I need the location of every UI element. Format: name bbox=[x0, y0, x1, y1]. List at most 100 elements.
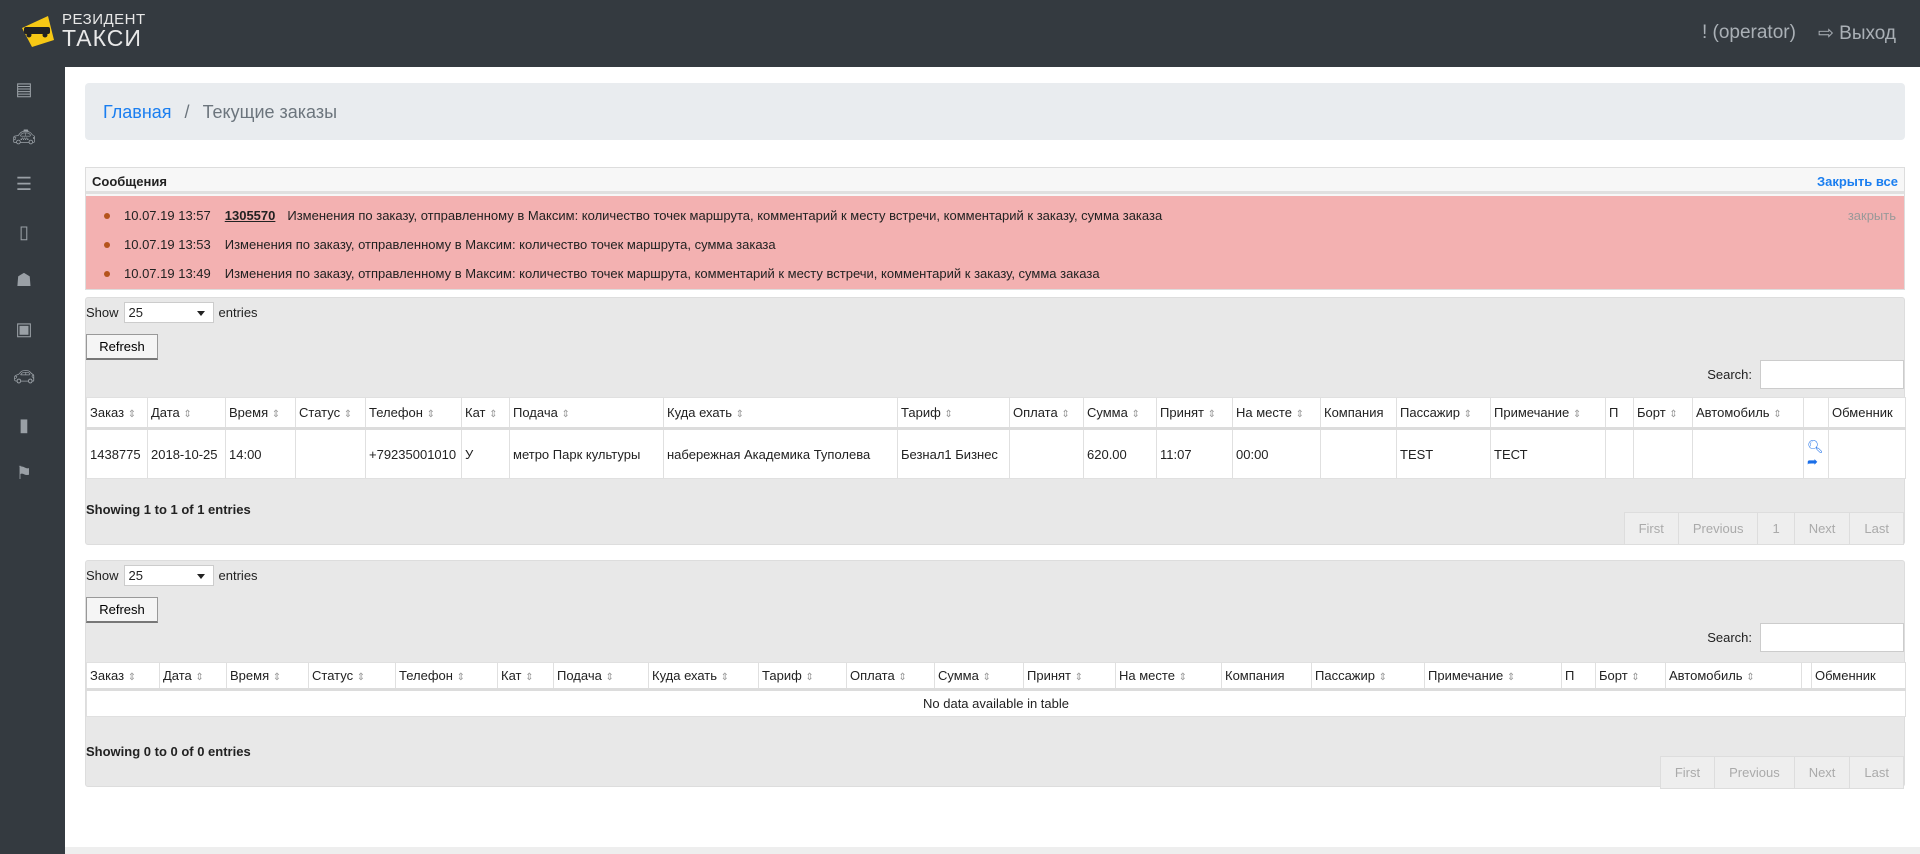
sort-icon: ⇕ bbox=[127, 409, 137, 420]
column-label: Подача bbox=[557, 668, 602, 683]
column-header[interactable]: Принят ⇕ bbox=[1156, 397, 1233, 430]
column-header[interactable]: Кат ⇕ bbox=[497, 662, 554, 691]
column-header[interactable]: Компания bbox=[1320, 397, 1397, 430]
sort-icon: ⇕ bbox=[561, 409, 570, 420]
column-header[interactable]: Обменник bbox=[1828, 397, 1906, 430]
column-header[interactable]: Куда ехать ⇕ bbox=[663, 397, 898, 430]
sort-icon: ⇕ bbox=[456, 672, 465, 683]
column-header[interactable]: Сумма ⇕ bbox=[934, 662, 1024, 691]
column-header[interactable]: На месте ⇕ bbox=[1232, 397, 1321, 430]
search-input[interactable] bbox=[1760, 360, 1904, 389]
column-header[interactable]: Автомобиль ⇕ bbox=[1665, 662, 1802, 691]
column-header[interactable]: Статус ⇕ bbox=[308, 662, 396, 691]
page-button-next[interactable]: Next bbox=[1793, 513, 1850, 544]
column-header[interactable]: Заказ ⇕ bbox=[86, 662, 160, 691]
car-icon[interactable]: 🚗︎ bbox=[12, 365, 36, 389]
entries-label: entries bbox=[218, 305, 258, 320]
close-all-link[interactable]: Закрыть все bbox=[1817, 174, 1898, 189]
excel-icon[interactable]: ▯ bbox=[12, 220, 36, 244]
column-header[interactable]: Куда ехать ⇕ bbox=[648, 662, 759, 691]
column-header[interactable]: Компания bbox=[1221, 662, 1312, 691]
column-header[interactable]: Примечание ⇕ bbox=[1490, 397, 1606, 430]
message-item: 10.07.19 13:49 Изменения по заказу, отпра… bbox=[86, 259, 1904, 288]
table-row[interactable]: 1438775 2018-10-25 14:00 +79235001010 Уметро… bbox=[86, 428, 1906, 479]
page-button-previous[interactable]: Previous bbox=[1677, 513, 1758, 544]
table-cell bbox=[295, 428, 366, 479]
message-text: Изменения по заказу, отправленному в Мак… bbox=[287, 208, 1163, 223]
column-header[interactable]: Обменник bbox=[1811, 662, 1906, 691]
sort-icon: ⇕ bbox=[805, 672, 814, 683]
column-header[interactable]: Кат ⇕ bbox=[461, 397, 510, 430]
table-cell bbox=[1692, 428, 1804, 479]
column-header[interactable]: Дата ⇕ bbox=[147, 397, 226, 430]
column-header[interactable]: Оплата ⇕ bbox=[1009, 397, 1084, 430]
refresh-button[interactable]: Refresh bbox=[86, 334, 158, 360]
column-header[interactable]: Сумма ⇕ bbox=[1083, 397, 1157, 430]
column-header[interactable]: П bbox=[1605, 397, 1634, 430]
taxi-icon[interactable]: 🚕︎ bbox=[12, 125, 36, 149]
column-header[interactable] bbox=[1801, 662, 1812, 691]
column-header[interactable]: Дата ⇕ bbox=[159, 662, 227, 691]
spy-icon[interactable]: ☗ bbox=[12, 268, 36, 292]
forward-order-icon[interactable]: ➦ bbox=[1807, 454, 1825, 469]
column-header[interactable]: Подача ⇕ bbox=[553, 662, 649, 691]
column-header[interactable]: Время ⇕ bbox=[226, 662, 309, 691]
page-button-first[interactable]: First bbox=[1625, 513, 1678, 544]
column-header[interactable]: Борт ⇕ bbox=[1633, 397, 1693, 430]
file-icon[interactable]: ▮ bbox=[12, 413, 36, 437]
column-header[interactable]: П bbox=[1561, 662, 1596, 691]
column-label: Принят bbox=[1160, 405, 1205, 420]
column-header[interactable]: Примечание ⇕ bbox=[1424, 662, 1562, 691]
sort-icon: ⇕ bbox=[183, 409, 192, 420]
page-button-next[interactable]: Next bbox=[1793, 757, 1850, 788]
money-icon[interactable]: ▣ bbox=[12, 317, 36, 341]
entries-select[interactable]: 25 bbox=[123, 565, 214, 586]
view-order-icon[interactable]: 🔍︎ bbox=[1807, 439, 1825, 454]
page-button-last[interactable]: Last bbox=[1849, 757, 1903, 788]
column-header[interactable]: Борт ⇕ bbox=[1595, 662, 1666, 691]
list-icon[interactable]: ▤ bbox=[12, 77, 36, 101]
message-close-link[interactable]: закрыть bbox=[1848, 208, 1896, 223]
column-label: Принят bbox=[1027, 668, 1072, 683]
breadcrumb-home[interactable]: Главная bbox=[103, 102, 172, 122]
column-label: Дата bbox=[151, 405, 180, 420]
page-button-first[interactable]: First bbox=[1661, 757, 1714, 788]
column-header[interactable]: Пассажир ⇕ bbox=[1396, 397, 1491, 430]
column-header[interactable]: Автомобиль ⇕ bbox=[1692, 397, 1804, 430]
logo[interactable]: РЕЗИДЕНТ ТАКСИ bbox=[18, 12, 146, 50]
column-header[interactable]: Время ⇕ bbox=[225, 397, 296, 430]
column-header[interactable]: Принят ⇕ bbox=[1023, 662, 1116, 691]
column-header[interactable]: Телефон ⇕ bbox=[395, 662, 498, 691]
column-header[interactable]: На месте ⇕ bbox=[1115, 662, 1222, 691]
page-button-1[interactable]: 1 bbox=[1757, 513, 1793, 544]
page-button-previous[interactable]: Previous bbox=[1714, 757, 1794, 788]
column-header[interactable]: Пассажир ⇕ bbox=[1311, 662, 1425, 691]
column-header[interactable]: Заказ ⇕ bbox=[86, 397, 148, 430]
column-label: Компания bbox=[1324, 405, 1384, 420]
column-label: Заказ bbox=[90, 405, 125, 420]
messages-title: Сообщения bbox=[92, 174, 167, 189]
entries-select[interactable]: 25 bbox=[123, 302, 214, 323]
bullet-icon bbox=[104, 212, 110, 219]
pagination: First Previous Next Last bbox=[1659, 756, 1904, 789]
column-header[interactable]: Подача ⇕ bbox=[509, 397, 664, 430]
column-header[interactable] bbox=[1803, 397, 1829, 430]
search-input[interactable] bbox=[1760, 623, 1904, 652]
column-header[interactable]: Тариф ⇕ bbox=[758, 662, 847, 691]
sort-icon: ⇕ bbox=[1669, 409, 1678, 420]
page-button-last[interactable]: Last bbox=[1849, 513, 1903, 544]
column-header[interactable]: Оплата ⇕ bbox=[846, 662, 935, 691]
sort-icon: ⇕ bbox=[605, 672, 614, 683]
message-item: 10.07.19 13:53 Изменения по заказу, отпра… bbox=[86, 230, 1904, 259]
server-icon[interactable]: ☰ bbox=[12, 172, 36, 196]
column-header[interactable]: Тариф ⇕ bbox=[897, 397, 1010, 430]
chart-icon[interactable]: ⚑ bbox=[12, 461, 36, 485]
user-name[interactable]: ! (operator) bbox=[1702, 22, 1796, 45]
refresh-button[interactable]: Refresh bbox=[86, 597, 158, 623]
message-order-link[interactable]: 1305570 bbox=[225, 208, 276, 223]
column-label: Пассажир bbox=[1315, 668, 1375, 683]
logout-link[interactable]: ⇨ Выход bbox=[1818, 22, 1896, 45]
column-header[interactable]: Телефон ⇕ bbox=[365, 397, 462, 430]
column-header[interactable]: Статус ⇕ bbox=[295, 397, 366, 430]
breadcrumb: Главная / Текущие заказы bbox=[85, 83, 1905, 140]
